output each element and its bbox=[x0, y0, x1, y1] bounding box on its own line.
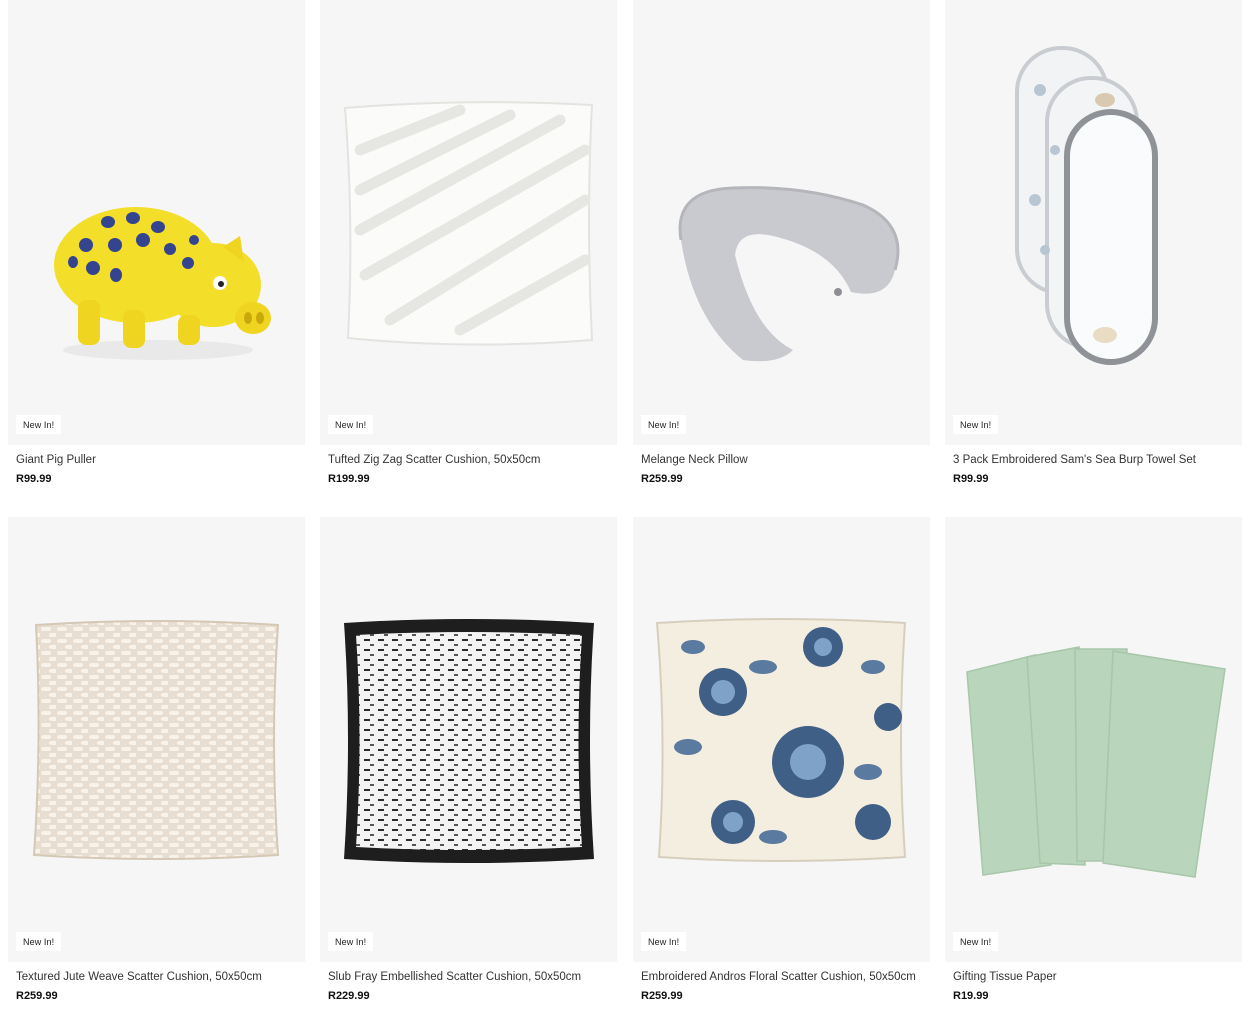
new-in-badge: New In! bbox=[16, 415, 62, 434]
burp-towel-set-icon bbox=[1015, 46, 1158, 365]
product-name[interactable]: Embroidered Andros Floral Scatter Cushio… bbox=[641, 971, 930, 983]
new-in-badge: New In! bbox=[953, 932, 999, 951]
product-name[interactable]: Gifting Tissue Paper bbox=[953, 971, 1242, 983]
product-name[interactable]: Melange Neck Pillow bbox=[641, 454, 930, 466]
product-card[interactable]: New In! Tufted Zig Zag Scatter Cushion, … bbox=[320, 0, 617, 485]
new-in-badge: New In! bbox=[641, 932, 687, 951]
product-image[interactable]: New In! bbox=[8, 517, 305, 962]
new-in-badge: New In! bbox=[641, 415, 687, 434]
product-price: R199.99 bbox=[328, 473, 370, 485]
floral-cushion-icon bbox=[655, 618, 907, 862]
product-name[interactable]: Giant Pig Puller bbox=[16, 454, 305, 466]
jute-weave-cushion-icon bbox=[32, 620, 280, 860]
new-in-badge: New In! bbox=[953, 415, 999, 434]
product-price: R19.99 bbox=[953, 990, 989, 1002]
product-image[interactable]: New In! bbox=[633, 0, 930, 445]
product-name[interactable]: Textured Jute Weave Scatter Cushion, 50x… bbox=[16, 971, 305, 983]
product-card[interactable]: New In! Embroidered Andros Floral Scatte… bbox=[633, 517, 930, 1002]
product-price: R259.99 bbox=[641, 990, 683, 1002]
product-price: R99.99 bbox=[953, 473, 989, 485]
product-image[interactable]: New In! bbox=[8, 0, 305, 445]
product-name[interactable]: 3 Pack Embroidered Sam's Sea Burp Towel … bbox=[953, 454, 1242, 466]
product-card[interactable]: New In! Giant Pig Puller R99.99 bbox=[8, 0, 305, 485]
product-image[interactable]: New In! bbox=[633, 517, 930, 962]
product-image[interactable]: New In! bbox=[945, 0, 1242, 445]
product-image[interactable]: New In! bbox=[320, 0, 617, 445]
product-card[interactable]: New In! Slub Fray Embellished Scatter Cu… bbox=[320, 517, 617, 1002]
product-price: R229.99 bbox=[328, 990, 370, 1002]
yellow-pig-toy-icon bbox=[54, 207, 271, 360]
tissue-paper-icon bbox=[966, 646, 1226, 878]
grey-neck-pillow-icon bbox=[678, 186, 900, 362]
product-card[interactable]: New In! Gifting Tissue Paper R19.99 bbox=[945, 517, 1242, 1002]
fray-cushion-icon bbox=[344, 619, 594, 863]
product-card[interactable]: New In! 3 Pack Embroidered Sam's Sea Bur… bbox=[945, 0, 1242, 485]
product-name[interactable]: Tufted Zig Zag Scatter Cushion, 50x50cm bbox=[328, 454, 617, 466]
white-tufted-cushion-icon bbox=[343, 101, 594, 346]
new-in-badge: New In! bbox=[328, 415, 374, 434]
product-image[interactable]: New In! bbox=[945, 517, 1242, 962]
product-grid: New In! Giant Pig Puller R99.99 New In! … bbox=[0, 0, 1250, 1034]
new-in-badge: New In! bbox=[328, 932, 374, 951]
new-in-badge: New In! bbox=[16, 932, 62, 951]
product-image[interactable]: New In! bbox=[320, 517, 617, 962]
product-card[interactable]: New In! Textured Jute Weave Scatter Cush… bbox=[8, 517, 305, 1002]
product-price: R259.99 bbox=[16, 990, 58, 1002]
product-price: R259.99 bbox=[641, 473, 683, 485]
product-card[interactable]: New In! Melange Neck Pillow R259.99 bbox=[633, 0, 930, 485]
product-name[interactable]: Slub Fray Embellished Scatter Cushion, 5… bbox=[328, 971, 617, 983]
product-price: R99.99 bbox=[16, 473, 52, 485]
